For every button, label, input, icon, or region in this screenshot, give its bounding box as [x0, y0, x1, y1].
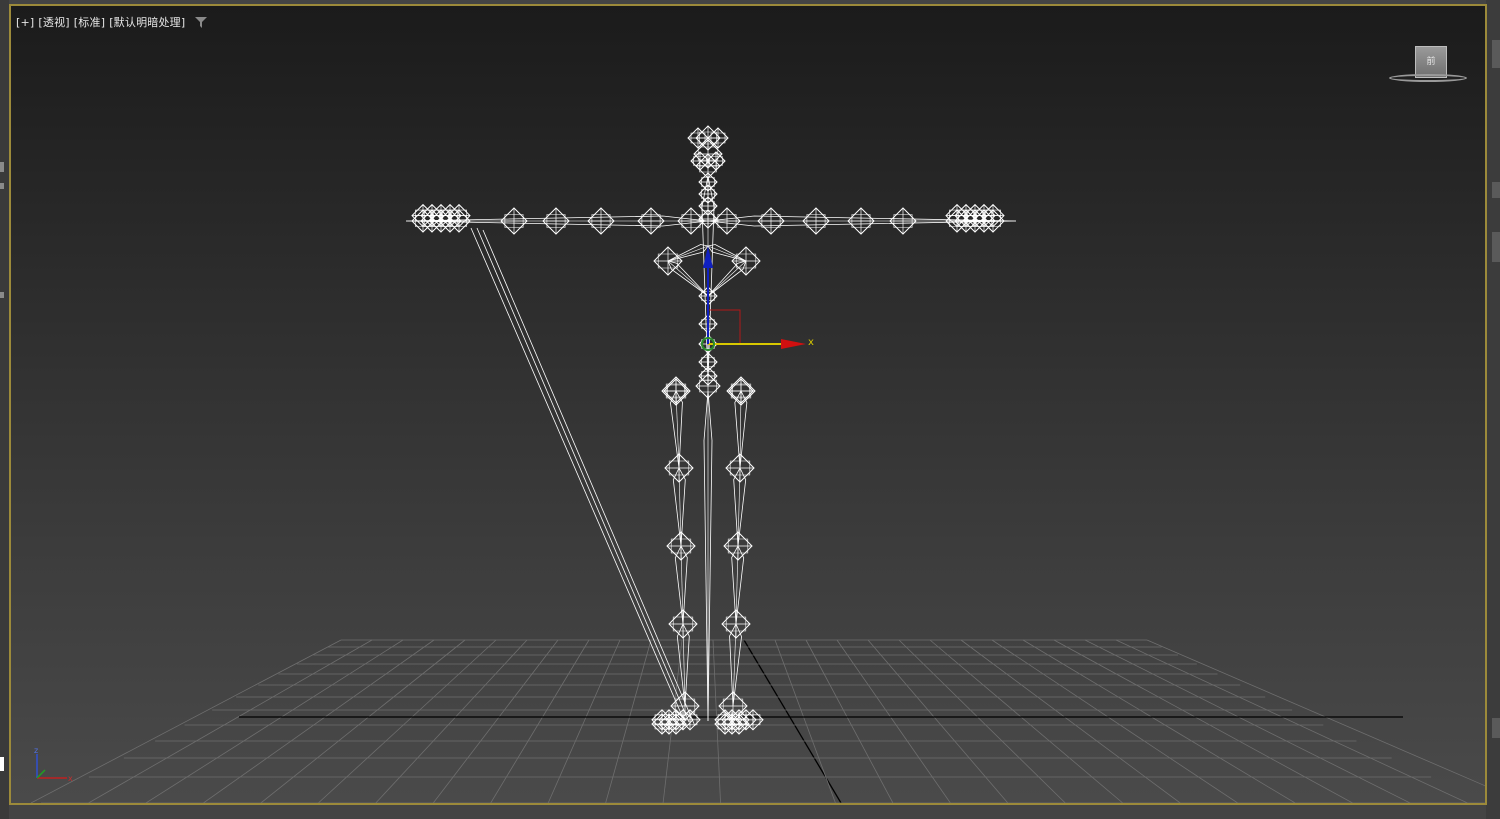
- left-strip-marker: [0, 757, 4, 771]
- viewcube-compass-ring[interactable]: [1389, 74, 1467, 82]
- right-side-panel-strip: [1486, 0, 1500, 819]
- scene-canvas[interactable]: x: [11, 6, 1485, 803]
- left-strip-marker: [0, 162, 4, 172]
- grid-line: [203, 639, 435, 803]
- grid-line: [898, 639, 1066, 803]
- right-strip-tab[interactable]: [1492, 232, 1500, 262]
- grid-line: [605, 639, 652, 803]
- gizmo-z-arrow[interactable]: [703, 246, 713, 268]
- grid-line: [260, 639, 466, 803]
- grid-line: [318, 639, 497, 803]
- grid-line: [960, 639, 1181, 803]
- ik-line: [482, 229, 696, 727]
- bone-wire: [667, 260, 709, 297]
- right-strip-tab[interactable]: [1492, 718, 1500, 738]
- grid-line: [1115, 639, 1468, 803]
- grid-line: [1146, 639, 1485, 787]
- viewport-label-menu: [+] [透视] [标准] [默认明暗处理]: [16, 14, 208, 30]
- grid-line: [432, 639, 559, 803]
- left-strip-marker: [0, 292, 4, 298]
- grid-line: [145, 639, 404, 803]
- world-axis-tripod-icon: z x: [34, 746, 73, 783]
- viewport-pov-menu[interactable]: [透视]: [38, 14, 69, 30]
- ik-line: [470, 227, 684, 719]
- transform-gizmo[interactable]: x: [701, 246, 814, 351]
- grid-line: [375, 639, 528, 803]
- right-strip-tab[interactable]: [1492, 182, 1500, 198]
- left-strip-marker: [0, 183, 4, 189]
- funnel-filter-icon[interactable]: [195, 16, 208, 28]
- grid-line: [929, 639, 1124, 803]
- viewcube-icon[interactable]: 前: [1389, 42, 1469, 86]
- gizmo-x-label: x: [808, 337, 814, 348]
- grid-line: [805, 639, 894, 803]
- grid-line: [490, 639, 590, 803]
- ik-line: [476, 227, 690, 723]
- grid-line: [88, 639, 373, 803]
- grid-line: [662, 639, 683, 803]
- tripod-x-label: x: [68, 774, 73, 783]
- viewport-shading-menu[interactable]: [默认明暗处理]: [109, 14, 185, 30]
- grid-line: [867, 639, 1009, 803]
- grid-line: [774, 639, 836, 803]
- left-side-panel-strip: [0, 0, 9, 819]
- grid-line: [547, 639, 621, 803]
- grid-line: [1084, 639, 1411, 803]
- tripod-z-label: z: [34, 746, 38, 755]
- gizmo-x-arrow[interactable]: [781, 339, 806, 349]
- grid-line: [1022, 639, 1296, 803]
- bone-wire: [707, 260, 747, 297]
- grid-line: [991, 639, 1238, 803]
- bone-wire: [707, 245, 747, 262]
- grid-line: [836, 639, 951, 803]
- home-grid: [30, 639, 1485, 803]
- perspective-viewport[interactable]: x [+] [透视] [标准] [默认明暗处理] 前 z x: [9, 4, 1487, 805]
- viewport-standard-menu[interactable]: [标准]: [74, 14, 105, 30]
- gizmo-plane-handle[interactable]: [707, 309, 741, 345]
- viewport-plus-menu[interactable]: [+]: [16, 16, 34, 29]
- biped-skeleton-wireframe[interactable]: [405, 125, 1017, 735]
- right-strip-tab[interactable]: [1492, 40, 1500, 68]
